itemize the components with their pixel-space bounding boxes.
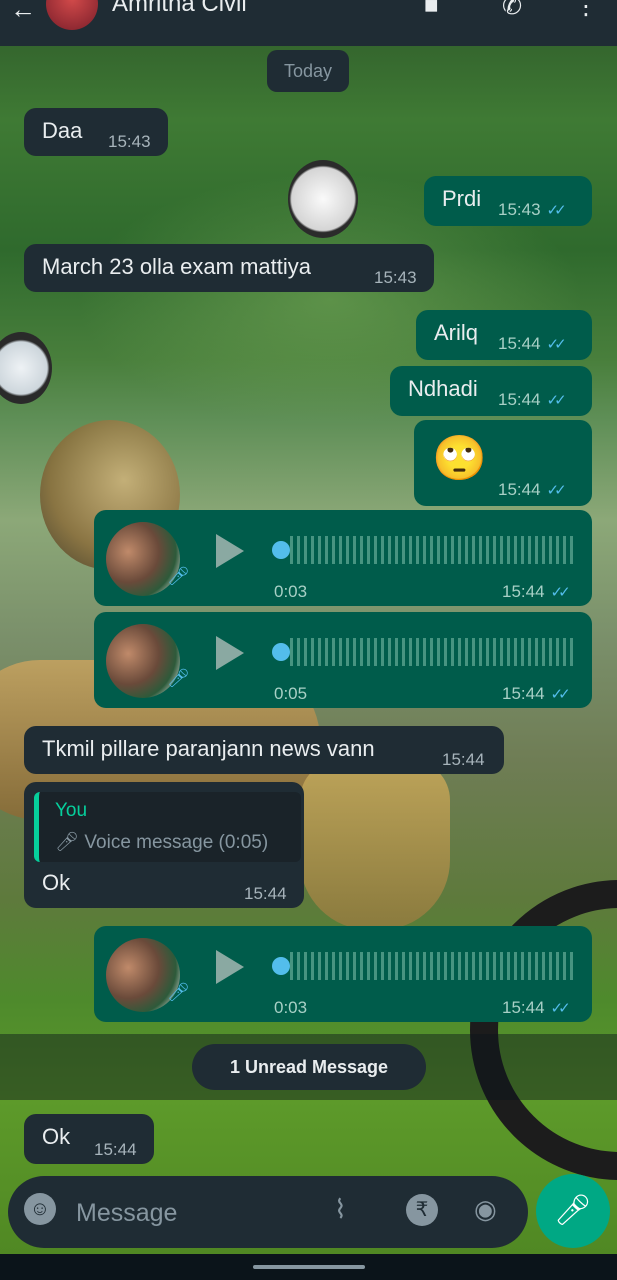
message-time-status: 15:44 ✓✓: [498, 480, 567, 499]
phone-icon[interactable]: ✆: [502, 0, 522, 21]
message-emoji: 🙄: [432, 434, 487, 483]
message-outgoing[interactable]: Ndhadi 15:44 ✓✓: [390, 366, 592, 416]
message-text: Prdi: [442, 186, 482, 211]
message-incoming[interactable]: March 23 olla exam mattiya 15:43: [24, 244, 434, 292]
video-call-icon[interactable]: ■: [424, 0, 439, 20]
message-text: Ok: [42, 1124, 71, 1149]
voice-waveform[interactable]: [290, 638, 576, 666]
play-icon[interactable]: [216, 950, 244, 984]
mic-icon: 🎤︎: [167, 668, 190, 688]
gesture-handle[interactable]: [253, 1265, 365, 1269]
read-ticks-icon: ✓✓: [550, 1000, 571, 1017]
message-time: 15:44: [94, 1140, 137, 1159]
wallpaper-mirror: [288, 160, 358, 238]
message-text: March 23 olla exam mattiya: [42, 254, 311, 279]
quoted-message[interactable]: You 🎤︎ Voice message (0:05): [34, 792, 301, 862]
voice-message[interactable]: 🎤︎ 0:03 15:44 ✓✓: [94, 926, 592, 1022]
system-nav-bar: [0, 1254, 617, 1280]
message-incoming[interactable]: Daa 15:43: [24, 108, 168, 156]
wallpaper-bike-tank: [300, 760, 450, 930]
read-ticks-icon: ✓✓: [546, 336, 567, 353]
camera-icon[interactable]: ◉: [474, 1194, 497, 1225]
message-composer: ☺ ⌇ ₹ ◉: [8, 1176, 528, 1248]
message-time: 15:44: [244, 884, 287, 903]
play-icon[interactable]: [216, 534, 244, 568]
quoted-author: You: [55, 800, 88, 821]
chat-header: ← Amritha Civil ■ ✆ ⋮: [0, 0, 617, 46]
unread-messages-label: 1 Unread Message: [192, 1044, 426, 1090]
contact-avatar[interactable]: [46, 0, 98, 30]
play-icon[interactable]: [216, 636, 244, 670]
message-time: 15:43: [108, 132, 151, 151]
message-time-status: 15:44 ✓✓: [502, 998, 571, 1017]
message-text: Ok: [42, 870, 71, 895]
message-time: 15:44: [442, 750, 485, 769]
message-time-status: 15:43 ✓✓: [498, 200, 567, 219]
voice-message[interactable]: 🎤︎ 0:05 15:44 ✓✓: [94, 612, 592, 708]
read-ticks-icon: ✓✓: [550, 686, 571, 703]
more-vert-icon[interactable]: ⋮: [574, 0, 598, 21]
back-arrow-icon[interactable]: ←: [10, 0, 36, 25]
playback-scrubber[interactable]: [272, 643, 290, 661]
emoji-icon[interactable]: ☺: [24, 1193, 56, 1225]
quoted-preview: 🎤︎ Voice message (0:05): [55, 832, 269, 853]
mic-icon: 🎤︎: [167, 566, 190, 586]
message-time: 15:43: [374, 268, 417, 287]
contact-name[interactable]: Amritha Civil: [112, 0, 247, 18]
date-separator: Today: [267, 50, 349, 92]
message-text: Daa: [42, 118, 83, 143]
message-time-status: 15:44 ✓✓: [502, 684, 571, 703]
wallpaper-wheel: [470, 880, 617, 1180]
read-ticks-icon: ✓✓: [546, 202, 567, 219]
message-incoming-reply[interactable]: You 🎤︎ Voice message (0:05) Ok 15:44: [24, 782, 304, 908]
read-ticks-icon: ✓✓: [546, 392, 567, 409]
mic-icon: 🎤︎: [553, 1194, 593, 1227]
message-outgoing[interactable]: Prdi 15:43 ✓✓: [424, 176, 592, 226]
message-input[interactable]: [74, 1190, 318, 1236]
mic-icon: 🎤︎: [55, 832, 80, 853]
voice-duration: 0:03: [274, 998, 308, 1017]
voice-duration: 0:05: [274, 684, 308, 703]
rupee-icon[interactable]: ₹: [406, 1194, 438, 1226]
message-time-status: 15:44 ✓✓: [498, 334, 567, 353]
mic-icon: 🎤︎: [167, 982, 190, 1002]
voice-waveform[interactable]: [290, 952, 576, 980]
message-text: Tkmil pillare paranjann news vann: [42, 736, 375, 761]
voice-duration: 0:03: [274, 582, 308, 601]
voice-message[interactable]: 🎤︎ 0:03 15:44 ✓✓: [94, 510, 592, 606]
message-outgoing[interactable]: 🙄 15:44 ✓✓: [414, 420, 592, 506]
message-text: Arilq: [434, 320, 479, 345]
playback-scrubber[interactable]: [272, 957, 290, 975]
read-ticks-icon: ✓✓: [550, 584, 571, 601]
wallpaper-mirror: [0, 332, 52, 404]
message-time-status: 15:44 ✓✓: [502, 582, 571, 601]
message-time-status: 15:44 ✓✓: [498, 390, 567, 409]
message-incoming[interactable]: Ok 15:44: [24, 1114, 154, 1164]
playback-scrubber[interactable]: [272, 541, 290, 559]
paperclip-icon[interactable]: ⌇: [334, 1194, 347, 1225]
message-outgoing[interactable]: Arilq 15:44 ✓✓: [416, 310, 592, 360]
voice-waveform[interactable]: [290, 536, 576, 564]
read-ticks-icon: ✓✓: [546, 482, 567, 499]
message-incoming[interactable]: Tkmil pillare paranjann news vann 15:44: [24, 726, 504, 774]
message-text: Ndhadi: [408, 376, 478, 401]
mic-button[interactable]: 🎤︎: [536, 1174, 610, 1248]
